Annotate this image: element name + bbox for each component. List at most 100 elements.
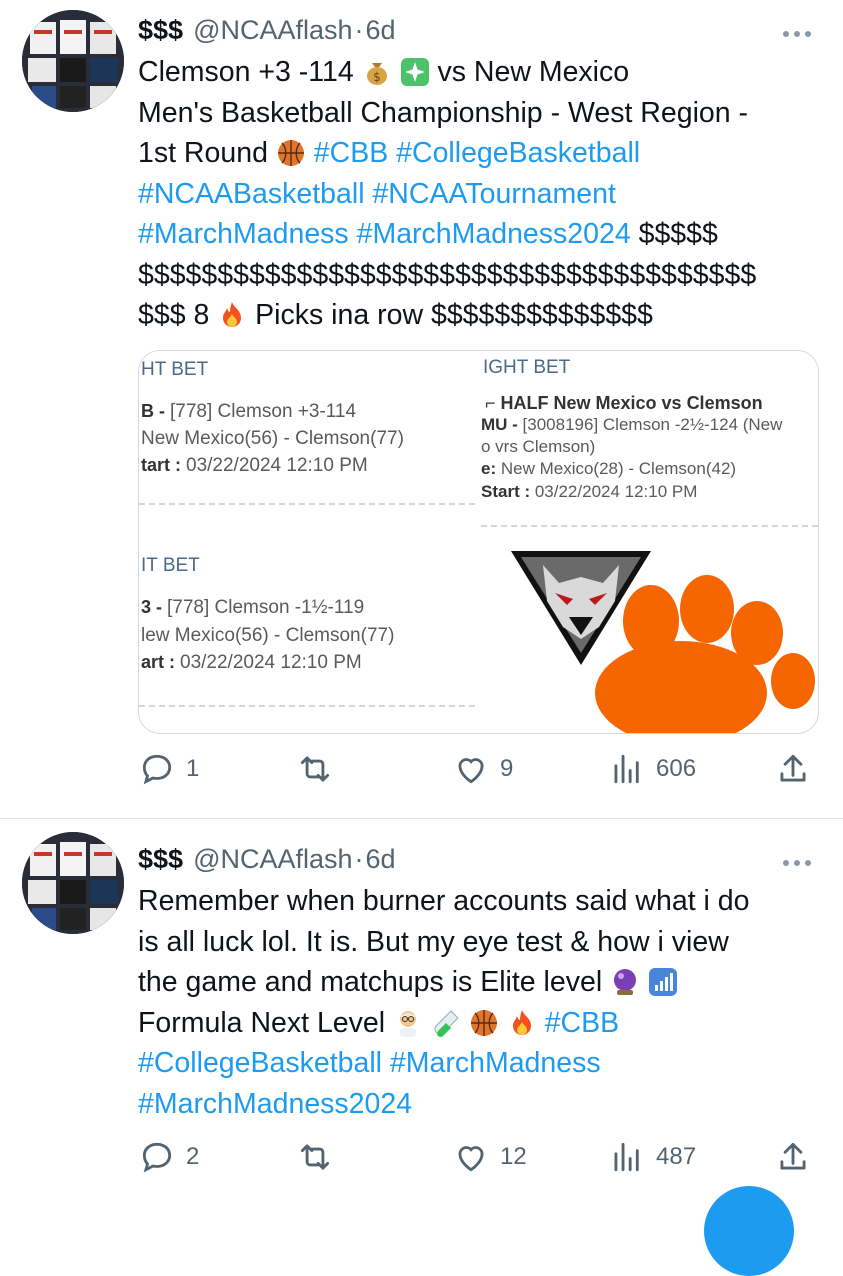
slip-line-label: B - (141, 401, 170, 421)
bet-slip-image: IT BET 3 - [778] Clemson -1½-119 lew Mex… (139, 523, 477, 733)
slip-line-value: 03/22/2024 12:10 PM (180, 652, 362, 673)
tweet[interactable]: $$$ @NCAAflash · 6d Remember when burner… (0, 819, 843, 1200)
more-options-icon[interactable] (783, 853, 819, 873)
tweet-text-line: Men's Basketball Championship - West Reg… (138, 93, 828, 134)
slip-line-label: art : (141, 652, 181, 672)
share-icon (780, 1142, 806, 1170)
reply-icon (142, 1142, 172, 1173)
tweet-text-line: #NCAABasketball #NCAATournament (138, 174, 828, 215)
tweet-text: Remember when burner accounts said what … (138, 881, 828, 1124)
jersey-collage-avatar-image (22, 832, 124, 934)
text-segment (392, 56, 400, 88)
text-segment: $$$$$ (630, 218, 718, 250)
display-name[interactable]: $$$ (138, 15, 183, 46)
user-avatar[interactable] (22, 832, 124, 934)
media-collage[interactable]: HT BET B - [778] Clemson +3-114 New Mexi… (138, 350, 819, 734)
hashtag-link[interactable]: #NCAABasketball (138, 178, 365, 210)
tweet[interactable]: $$$ @NCAAflash · 6d Clemson +3 -114 $ vs… (0, 0, 843, 819)
team-logos-image (481, 543, 818, 733)
timestamp[interactable]: 6d (366, 15, 396, 46)
slip-line: 3 - [778] Clemson -1½-119 (141, 597, 364, 619)
slip-header: IT BET (141, 555, 200, 576)
hashtag-link[interactable]: #CBB (545, 1007, 619, 1039)
text-segment: the game and matchups is Elite level (138, 966, 611, 998)
view-count: 487 (656, 1143, 697, 1170)
like-button[interactable]: 9 (452, 750, 513, 788)
text-segment (640, 966, 648, 998)
user-handle[interactable]: @NCAAflash (193, 844, 352, 875)
test-tube-icon (431, 1008, 461, 1038)
views-button[interactable]: 606 (608, 750, 696, 788)
tweet-text-line: the game and matchups is Elite level (138, 962, 828, 1003)
text-segment: Remember when burner accounts said what … (138, 885, 750, 917)
separator-dot: · (354, 14, 364, 45)
reply-button[interactable]: 2 (138, 1138, 199, 1176)
slip-line-value: [778] Clemson +3-114 (170, 401, 357, 422)
reply-count: 1 (186, 755, 200, 782)
slip-header: IGHT BET (483, 357, 571, 378)
like-button[interactable]: 12 (452, 1138, 527, 1176)
slip-score: lew Mexico(56) - Clemson(77) (141, 625, 395, 646)
slip-line-value: [778] Clemson -1½-119 (167, 597, 365, 618)
heart-icon (458, 758, 484, 784)
share-button[interactable] (774, 750, 812, 788)
hashtag-link[interactable]: #MarchMadness (138, 218, 349, 250)
retweet-button[interactable] (296, 750, 344, 788)
svg-text:$: $ (373, 70, 381, 84)
slip-line-label: e: (481, 459, 501, 478)
user-avatar[interactable] (22, 10, 124, 112)
more-options-icon[interactable] (783, 24, 819, 44)
display-name[interactable]: $$$ (138, 844, 183, 875)
text-segment: Clemson +3 -114 (138, 56, 362, 88)
slip-line: B - [778] Clemson +3-114 (141, 401, 356, 423)
basketball-icon (276, 138, 306, 168)
retweet-button[interactable] (296, 1138, 344, 1176)
slip-line-cont: o vrs Clemson) (481, 437, 596, 456)
reply-button[interactable]: 1 (138, 750, 199, 788)
text-segment (382, 1047, 390, 1079)
tweet-text-line: 1st Round #CBB #CollegeBasketball (138, 133, 828, 174)
tweet-header: $$$ @NCAAflash · 6d (138, 843, 396, 875)
slip-line-value: New Mexico(28) - Clemson(42) (500, 459, 737, 478)
tweet-text-line: Clemson +3 -114 $ vs New Mexico (138, 52, 828, 93)
sparkles-icon (400, 57, 430, 87)
slip-start: art : 03/22/2024 12:10 PM (141, 652, 362, 674)
views-button[interactable]: 487 (608, 1138, 696, 1176)
dashed-divider (139, 705, 475, 707)
dashed-divider (139, 503, 475, 505)
text-segment (537, 1007, 545, 1039)
hashtag-link[interactable]: #CollegeBasketball (138, 1047, 382, 1079)
text-segment: Men's Basketball Championship - West Reg… (138, 96, 749, 129)
tweet-text-line: $$$$$$$$$$$$$$$$$$$$$$$$$$$$$$$$$$$$$$$ (138, 255, 828, 296)
slip-line-value: [3008196] Clemson -2½-124 (New (522, 415, 783, 434)
timestamp[interactable]: 6d (366, 844, 396, 875)
dashed-divider (481, 525, 818, 527)
hashtag-link[interactable]: #NCAATournament (372, 178, 615, 210)
hashtag-link[interactable]: #CBB (314, 137, 388, 169)
bet-slip-image: HT BET B - [778] Clemson +3-114 New Mexi… (139, 351, 477, 519)
hashtag-link[interactable]: #MarchMadness2024 (357, 218, 631, 250)
tweet-header: $$$ @NCAAflash · 6d (138, 14, 396, 46)
text-segment (499, 1007, 507, 1039)
text-segment: vs New Mexico (429, 56, 630, 88)
hashtag-link[interactable]: #MarchMadness (390, 1047, 601, 1079)
text-segment: is all luck lol. It is. But my eye test … (138, 925, 729, 958)
signal-bars-icon (648, 967, 678, 997)
tweet-text-line: Remember when burner accounts said what … (138, 881, 828, 922)
text-segment: $$$ 8 (138, 299, 218, 331)
retweet-icon (300, 1144, 330, 1170)
slip-line-label: Start : (481, 482, 535, 501)
share-icon (780, 754, 806, 782)
tweet-text-line: $$$ 8 Picks ina row $$$$$$$$$$$$$$ (138, 295, 828, 336)
user-handle[interactable]: @NCAAflash (193, 15, 352, 46)
hashtag-link[interactable]: #CollegeBasketball (396, 137, 640, 169)
share-button[interactable] (774, 1138, 812, 1176)
hashtag-link[interactable]: #MarchMadness2024 (138, 1088, 412, 1120)
lobo-and-tiger-paw-logos (511, 551, 815, 733)
slip-score: New Mexico(56) - Clemson(77) (141, 428, 404, 449)
tweet-text-line: is all luck lol. It is. But my eye test … (138, 922, 828, 963)
tweet-text-line: #MarchMadness #MarchMadness2024 $$$$$ (138, 214, 828, 255)
tweet-actions: 1 9 606 (138, 750, 818, 790)
separator-dot: · (354, 843, 364, 874)
slip-start: tart : 03/22/2024 12:10 PM (141, 455, 368, 477)
